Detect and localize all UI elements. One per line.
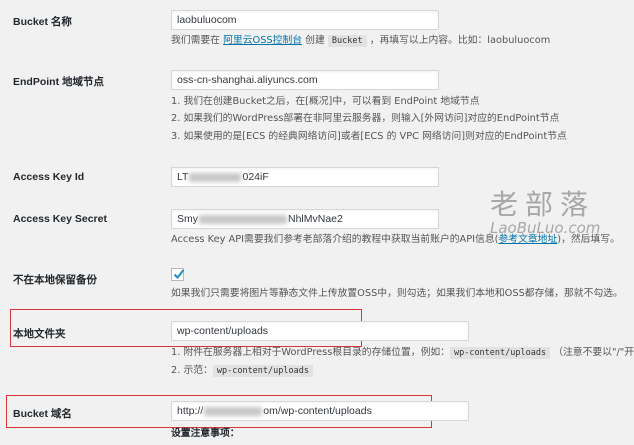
access-key-id-start: LT (177, 171, 189, 183)
watermark-logo: 老部落 LaoBuLuo.com (490, 183, 600, 237)
endpoint-desc-2: 2. 如果我们的WordPress部署在非阿里云服务器，则输入[外网访问]对应的… (171, 113, 560, 124)
endpoint-label: EndPoint 地域节点 (13, 76, 104, 88)
bucket-desc-prefix: 我们需要在 (171, 35, 224, 46)
keep-local-label: 不在本地保留备份 (13, 274, 97, 286)
redaction-blur (199, 214, 287, 224)
bucket-desc-suffix: ，再填写以上内容。比如：laobuluocom (366, 35, 551, 46)
local-folder-desc-1: 1. 附件在服务器上相对于WordPress根目录的存储位置，例如： wp-con… (171, 346, 634, 360)
bucket-desc-mid: 创建 (302, 35, 328, 46)
bucket-name-description: 我们需要在 阿里云OSS控制台 创建 Bucket ，再填写以上内容。比如：la… (171, 34, 550, 48)
oss-console-link[interactable]: 阿里云OSS控制台 (223, 35, 302, 46)
keep-local-checkbox[interactable] (171, 268, 185, 281)
access-key-secret-end: NhlMvNae2 (288, 213, 343, 225)
local-folder-desc1-prefix: 1. 附件在服务器上相对于WordPress根目录的存储位置，例如： (171, 347, 450, 358)
bucket-domain-input[interactable]: http:// om/wp-content/uploads (171, 401, 469, 421)
bucket-domain-end: om/wp-content/uploads (263, 405, 372, 417)
local-folder-desc-2: 2. 示范： wp-content/uploads (171, 364, 313, 378)
keep-local-description: 如果我们只需要将图片等静态文件上传放置OSS中，则勾选；如果我们本地和OSS都存… (171, 288, 623, 299)
redaction-blur (189, 172, 242, 182)
bucket-name-label: Bucket 名称 (13, 16, 72, 28)
access-key-secret-start: Smy (177, 213, 198, 225)
endpoint-input[interactable]: oss-cn-shanghai.aliyuncs.com (171, 70, 439, 90)
endpoint-desc-3: 3. 如果使用的是[ECS 的经典网络访问]或者[ECS 的 VPC 网络访问]… (171, 131, 567, 142)
redaction-blur (204, 406, 263, 416)
bucket-domain-start: http:// (177, 405, 204, 417)
access-key-secret-input[interactable]: Smy NhlMvNae2 (171, 209, 439, 229)
local-folder-label: 本地文件夹 (13, 328, 66, 340)
bucket-code: Bucket (327, 35, 367, 47)
access-key-id-label: Access Key Id (13, 171, 85, 183)
bucket-domain-label: Bucket 域名 (13, 408, 72, 420)
watermark-chinese: 老部落 (490, 188, 596, 221)
local-folder-desc2-prefix: 2. 示范： (171, 365, 213, 376)
access-key-id-input[interactable]: LT 024iF (171, 167, 439, 187)
local-folder-desc1-suffix: （注意不要以"/"开 (550, 347, 634, 358)
bucket-name-input[interactable]: laobuluocom (171, 10, 439, 30)
secret-desc-prefix: Access Key API需要我们参考老部落介绍的教程中获取当前账户的API信… (171, 234, 499, 245)
local-folder-desc2-code: wp-content/uploads (212, 365, 313, 377)
settings-notes-label: 设置注意事项： (171, 428, 240, 439)
watermark-english: LaoBuLuo.com (490, 219, 601, 237)
checkmark-icon (173, 269, 185, 279)
access-key-secret-label: Access Key Secret (13, 213, 107, 225)
local-folder-desc1-code: wp-content/uploads (449, 347, 551, 359)
endpoint-desc-1: 1. 我们在创建Bucket之后，在[概况]中，可以看到 EndPoint 地域… (171, 96, 480, 107)
local-folder-input[interactable]: wp-content/uploads (171, 321, 469, 341)
access-key-id-end: 024iF (242, 171, 269, 183)
